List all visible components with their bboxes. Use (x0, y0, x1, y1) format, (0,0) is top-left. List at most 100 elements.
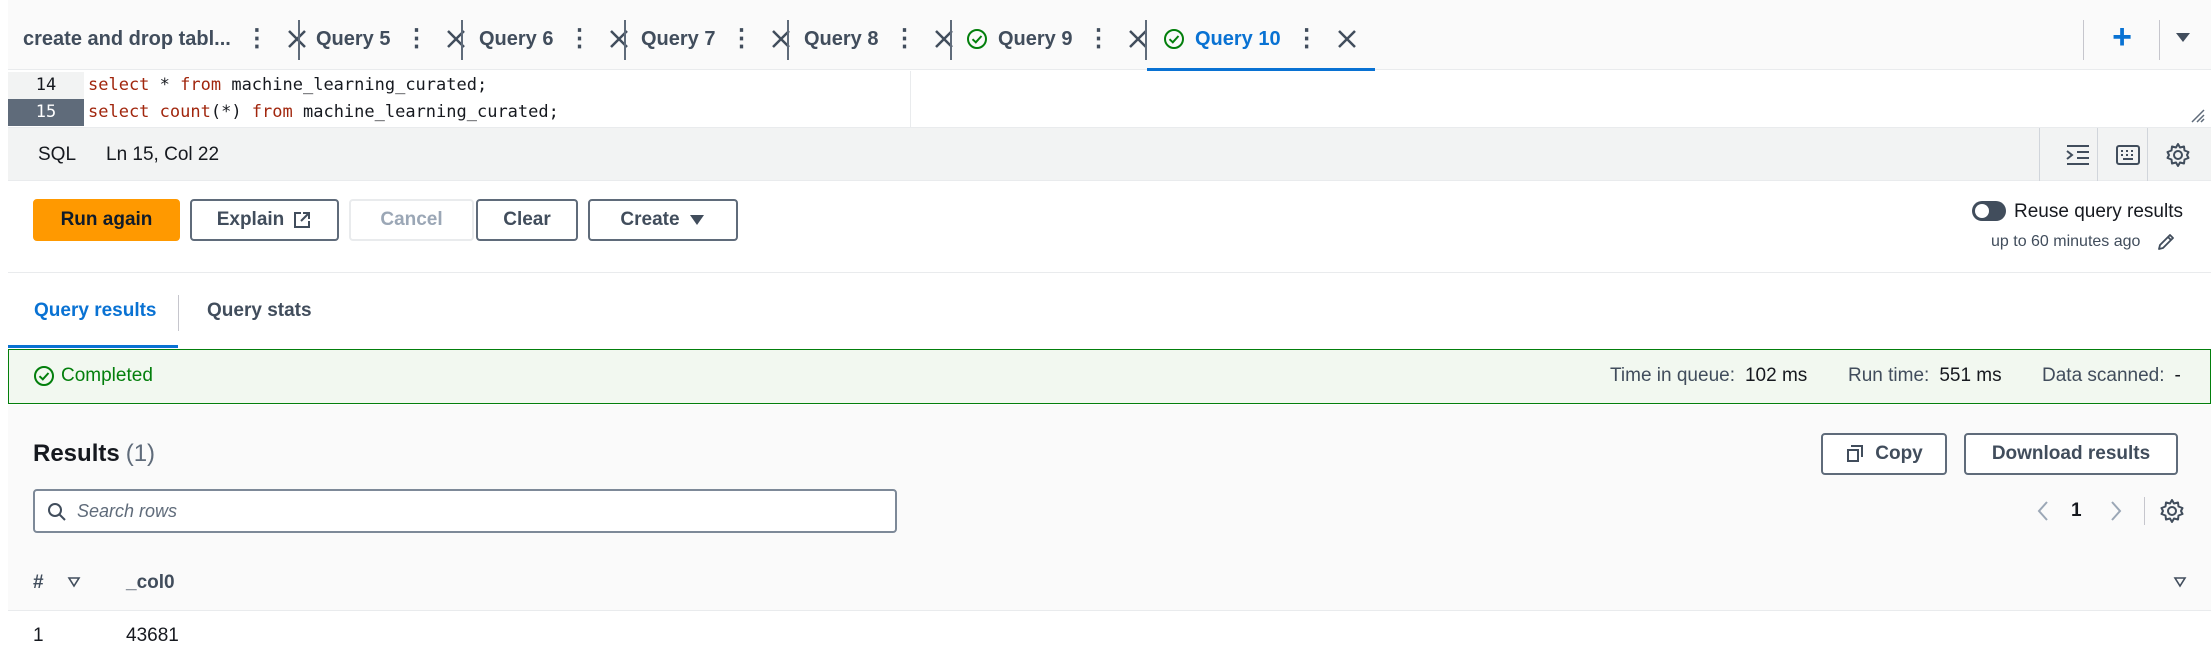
divider (2144, 497, 2145, 525)
tab-query-results[interactable]: Query results (34, 300, 157, 322)
query-tab-7[interactable]: Query 7 ⋮ (641, 14, 793, 64)
success-check-icon (34, 366, 54, 386)
search-rows-field[interactable] (33, 489, 897, 533)
gear-icon[interactable] (2157, 496, 2187, 526)
sort-caret-icon[interactable] (2173, 575, 2187, 589)
query-tab-9[interactable]: Query 9 ⋮ (966, 14, 1150, 64)
add-plus-icon[interactable]: + (2106, 20, 2138, 56)
cursor-position: Ln 15, Col 22 (106, 144, 220, 165)
col0-cell: 43681 (126, 625, 179, 646)
chevron-right-icon[interactable] (2106, 497, 2126, 525)
clear-button[interactable]: Clear (476, 199, 578, 241)
query-tab-10[interactable]: Query 10 ⋮ (1147, 14, 1375, 71)
results-count: (1) (125, 440, 156, 467)
format-indent-icon[interactable] (2063, 140, 2093, 170)
results-heading: Results (1) (33, 440, 155, 468)
gear-icon[interactable] (2163, 140, 2193, 170)
function-name: count (149, 102, 211, 122)
download-results-button[interactable]: Download results (1964, 433, 2178, 475)
more-vertical-icon[interactable]: ⋮ (404, 27, 428, 51)
chevron-left-icon[interactable] (2033, 497, 2053, 525)
active-tab-indicator (8, 345, 178, 348)
table-row: 1 43681 (8, 611, 2211, 652)
keyword: from (180, 75, 222, 95)
query-status-alert: Completed Time in queue: 102 ms Run time:… (8, 349, 2211, 404)
more-vertical-icon[interactable]: ⋮ (245, 27, 269, 51)
reuse-results-label: Reuse query results (2014, 201, 2183, 222)
close-icon[interactable] (285, 27, 309, 51)
tab-label: Query 8 (804, 27, 879, 50)
code-line-15[interactable]: select count(*) from machine_learning_cu… (88, 99, 559, 126)
tab-divider (461, 20, 463, 60)
create-label: Create (620, 209, 680, 230)
status-text: Completed (61, 365, 153, 386)
tab-bar-divider (2083, 20, 2084, 60)
row-index-cell: 1 (33, 625, 44, 646)
resize-handle-icon[interactable] (2189, 107, 2205, 123)
close-icon[interactable] (607, 27, 631, 51)
metric-value: 551 ms (1939, 365, 2002, 386)
reuse-results-age: up to 60 minutes ago (1991, 233, 2141, 250)
cancel-button[interactable]: Cancel (349, 199, 474, 241)
tab-divider (298, 20, 300, 60)
close-icon[interactable] (769, 27, 793, 51)
more-vertical-icon[interactable]: ⋮ (1295, 27, 1319, 51)
sort-caret-icon[interactable] (67, 575, 81, 589)
more-vertical-icon[interactable]: ⋮ (1086, 27, 1110, 51)
metric-value: 102 ms (1744, 365, 1808, 386)
tab-bar-divider (2159, 20, 2160, 60)
caret-down-icon (689, 215, 704, 225)
close-icon[interactable] (1335, 27, 1359, 51)
result-tabs: Query results Query stats (8, 273, 2211, 349)
tab-divider (950, 20, 952, 60)
query-tab-create-and-drop[interactable]: create and drop tabl... ⋮ (23, 14, 309, 64)
language-label: SQL (38, 144, 77, 165)
caret-down-icon[interactable] (2171, 28, 2195, 48)
metric-label: Time in queue: (1610, 365, 1735, 386)
divider (2147, 128, 2148, 182)
query-tab-5[interactable]: Query 5 ⋮ (316, 14, 468, 64)
data-scanned: Data scanned: - (2042, 365, 2181, 387)
create-dropdown-button[interactable]: Create (588, 199, 738, 241)
keyword: select (88, 75, 150, 95)
tab-divider (787, 20, 789, 60)
close-icon[interactable] (932, 27, 956, 51)
print-margin (910, 71, 911, 127)
sql-editor[interactable]: 14 select * from machine_learning_curate… (8, 71, 2211, 127)
code-text: machine_learning_curated; (292, 102, 559, 122)
run-time: Run time: 551 ms (1848, 365, 2002, 387)
keyboard-icon[interactable] (2113, 140, 2143, 170)
run-again-button[interactable]: Run again (33, 199, 180, 241)
copy-button[interactable]: Copy (1821, 433, 1947, 475)
search-input[interactable] (77, 497, 877, 525)
query-tab-6[interactable]: Query 6 ⋮ (479, 14, 631, 64)
tab-label: Query 5 (316, 27, 391, 50)
code-text: machine_learning_curated; (221, 75, 488, 95)
keyword: from (251, 102, 293, 122)
results-panel: Results(1) Copy Download results 1 # _co… (8, 405, 2211, 652)
explain-button[interactable]: Explain (190, 199, 339, 241)
more-vertical-icon[interactable]: ⋮ (729, 27, 753, 51)
divider (2039, 128, 2040, 182)
current-page[interactable]: 1 (2071, 500, 2082, 522)
more-vertical-icon[interactable]: ⋮ (892, 27, 916, 51)
code-text: * (149, 75, 181, 95)
line-number-current: 15 (8, 99, 84, 126)
keyword: select (88, 102, 150, 122)
success-check-icon (967, 29, 987, 49)
reuse-results-toggle[interactable] (1972, 201, 2006, 221)
code-line-14[interactable]: select * from machine_learning_curated; (88, 72, 487, 99)
time-in-queue: Time in queue: 102 ms (1610, 365, 1807, 387)
tab-label: Query 10 (1195, 27, 1281, 50)
query-tab-8[interactable]: Query 8 ⋮ (804, 14, 956, 64)
column-header-index[interactable]: # (33, 572, 44, 594)
tab-query-stats[interactable]: Query stats (207, 300, 312, 322)
more-vertical-icon[interactable]: ⋮ (567, 27, 591, 51)
query-action-bar: Run again Explain Cancel Clear Create Re… (8, 181, 2211, 273)
column-header-col0[interactable]: _col0 (126, 572, 175, 594)
divider (2097, 128, 2098, 182)
tab-label: create and drop tabl... (23, 27, 231, 50)
edit-pencil-icon[interactable] (2156, 232, 2176, 252)
close-icon[interactable] (444, 27, 468, 51)
success-check-icon (1164, 29, 1184, 49)
